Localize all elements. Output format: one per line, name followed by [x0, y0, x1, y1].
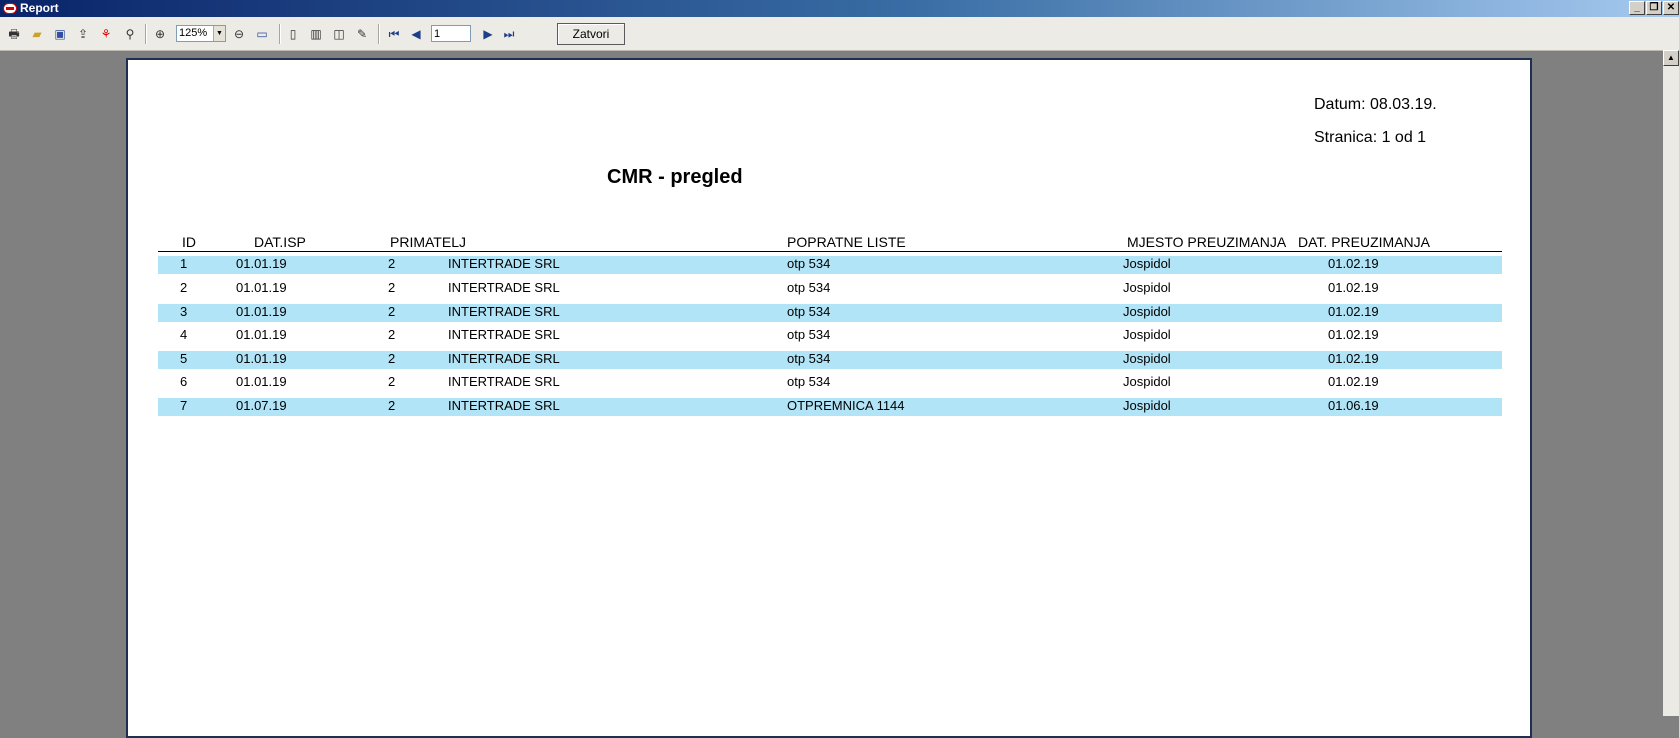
cell-primatelj-name: INTERTRADE SRL: [448, 327, 560, 342]
cell-mjesto: Jospidol: [1123, 398, 1171, 413]
cell-primatelj-name: INTERTRADE SRL: [448, 374, 560, 389]
cell-primatelj-name: INTERTRADE SRL: [448, 280, 560, 295]
cell-id: 2: [180, 280, 188, 295]
cell-id: 7: [180, 398, 188, 413]
cell-id: 1: [180, 256, 188, 271]
cell-dat-preuz: 01.02.19: [1328, 374, 1379, 389]
cell-mjesto: Jospidol: [1123, 304, 1171, 319]
find-icon[interactable]: ⚲: [122, 26, 138, 42]
cell-mjesto: Jospidol: [1123, 280, 1171, 295]
edit-icon[interactable]: ✎: [354, 26, 370, 42]
cell-dat-isp: 01.01.19: [236, 327, 287, 342]
cell-popratne-liste: otp 534: [787, 374, 831, 389]
two-page-icon[interactable]: ▥: [308, 26, 324, 42]
cell-primatelj-code: 2: [388, 256, 396, 271]
table-row: 4 01.01.19 2 INTERTRADE SRL otp 534 Jospidol 0…: [158, 327, 1502, 345]
zoom-in-icon[interactable]: ⊕: [152, 26, 168, 42]
table-row: 5 01.01.19 2 INTERTRADE SRL otp 534 Jospidol 0…: [158, 351, 1502, 369]
cell-popratne-liste: otp 534: [787, 304, 831, 319]
minimize-icon[interactable]: _: [1629, 1, 1645, 15]
cell-dat-preuz: 01.06.19: [1328, 398, 1379, 413]
col-header-popratne-liste: POPRATNE LISTE: [787, 234, 906, 250]
report-toolbar: 🖶 ▰ ▣ ⇪ ⚘ ⚲ ⊕ 125% ▼ ⊖ ▭ ▯ ▥ ◫ ✎ ⏮ ◀ ▶ ⏭…: [0, 17, 1679, 51]
window-title: Report: [20, 1, 59, 15]
cell-primatelj-name: INTERTRADE SRL: [448, 304, 560, 319]
cell-dat-preuz: 01.02.19: [1328, 256, 1379, 271]
cell-popratne-liste: otp 534: [787, 327, 831, 342]
cell-dat-preuz: 01.02.19: [1328, 351, 1379, 366]
close-button[interactable]: Zatvori: [557, 23, 625, 45]
cell-primatelj-code: 2: [388, 398, 396, 413]
open-icon[interactable]: ▰: [29, 26, 45, 42]
cell-popratne-liste: OTPREMNICA 1144: [787, 398, 905, 413]
cell-primatelj-code: 2: [388, 280, 396, 295]
cell-dat-isp: 01.01.19: [236, 304, 287, 319]
book-view-icon[interactable]: ◫: [331, 26, 347, 42]
pdf-icon[interactable]: ⚘: [98, 26, 114, 42]
col-header-dat-preuz: DAT. PREUZIMANJA: [1298, 234, 1430, 250]
table-row: 6 01.01.19 2 INTERTRADE SRL otp 534 Jospidol 0…: [158, 374, 1502, 392]
cell-primatelj-code: 2: [388, 351, 396, 366]
cell-mjesto: Jospidol: [1123, 351, 1171, 366]
first-page-icon[interactable]: ⏮: [386, 26, 402, 42]
cell-primatelj-name: INTERTRADE SRL: [448, 351, 560, 366]
restore-icon[interactable]: ❐: [1646, 1, 1662, 15]
col-header-id: ID: [182, 234, 196, 250]
col-header-mjesto: MJESTO PREUZIMANJA: [1127, 234, 1287, 250]
cell-id: 3: [180, 304, 188, 319]
report-page-count: Stranica: 1 od 1: [1314, 129, 1427, 146]
cell-popratne-liste: otp 534: [787, 256, 831, 271]
zoom-select[interactable]: 125% ▼: [176, 25, 226, 42]
last-page-icon[interactable]: ⏭: [501, 26, 517, 42]
cell-primatelj-code: 2: [388, 327, 396, 342]
table-row: 2 01.01.19 2 INTERTRADE SRL otp 534 Jospidol 0…: [158, 280, 1502, 298]
fit-page-icon[interactable]: ▭: [254, 26, 270, 42]
next-page-icon[interactable]: ▶: [480, 26, 496, 42]
report-title: CMR - pregled: [607, 166, 743, 188]
cell-primatelj-code: 2: [388, 374, 396, 389]
cell-dat-isp: 01.01.19: [236, 351, 287, 366]
cell-dat-isp: 01.01.19: [236, 280, 287, 295]
table-row: 7 01.07.19 2 INTERTRADE SRL OTPREMNICA 1144 J…: [158, 398, 1502, 416]
scroll-up-icon[interactable]: ▲: [1663, 50, 1679, 66]
cell-dat-isp: 01.01.19: [236, 374, 287, 389]
cell-dat-preuz: 01.02.19: [1328, 304, 1379, 319]
prev-page-icon[interactable]: ◀: [408, 26, 424, 42]
cell-popratne-liste: otp 534: [787, 351, 831, 366]
window-title-bar: Report _ ❐ ✕: [0, 0, 1679, 17]
cell-primatelj-name: INTERTRADE SRL: [448, 398, 560, 413]
cell-popratne-liste: otp 534: [787, 280, 831, 295]
vertical-scrollbar[interactable]: ▲: [1663, 50, 1679, 716]
cell-dat-isp: 01.01.19: [236, 256, 287, 271]
single-page-icon[interactable]: ▯: [285, 26, 301, 42]
table-row: 1 01.01.19 2 INTERTRADE SRL otp 534 Jospidol 0…: [158, 256, 1502, 274]
cell-id: 6: [180, 374, 188, 389]
header-divider: [158, 251, 1502, 252]
cell-id: 4: [180, 327, 188, 342]
cell-primatelj-name: INTERTRADE SRL: [448, 256, 560, 271]
col-header-dat-isp: DAT.ISP: [254, 234, 306, 250]
zoom-out-icon[interactable]: ⊖: [231, 26, 247, 42]
app-icon: [3, 3, 17, 14]
chevron-down-icon[interactable]: ▼: [213, 26, 225, 41]
col-header-primatelj: PRIMATELJ: [390, 234, 466, 250]
report-page: Datum: 08.03.19. Stranica: 1 od 1 CMR - …: [126, 58, 1532, 738]
table-row: 3 01.01.19 2 INTERTRADE SRL otp 534 Jospidol 0…: [158, 304, 1502, 322]
cell-primatelj-code: 2: [388, 304, 396, 319]
cell-mjesto: Jospidol: [1123, 327, 1171, 342]
print-icon[interactable]: 🖶: [6, 26, 22, 42]
cell-id: 5: [180, 351, 188, 366]
cell-mjesto: Jospidol: [1123, 256, 1171, 271]
cell-dat-preuz: 01.02.19: [1328, 280, 1379, 295]
zoom-value: 125%: [179, 27, 208, 39]
save-icon[interactable]: ▣: [52, 26, 68, 42]
cell-dat-isp: 01.07.19: [236, 398, 287, 413]
report-date: Datum: 08.03.19.: [1314, 96, 1437, 113]
close-icon[interactable]: ✕: [1663, 1, 1679, 15]
page-number-input[interactable]: [431, 25, 471, 42]
cell-mjesto: Jospidol: [1123, 374, 1171, 389]
export-icon[interactable]: ⇪: [75, 26, 91, 42]
cell-dat-preuz: 01.02.19: [1328, 327, 1379, 342]
